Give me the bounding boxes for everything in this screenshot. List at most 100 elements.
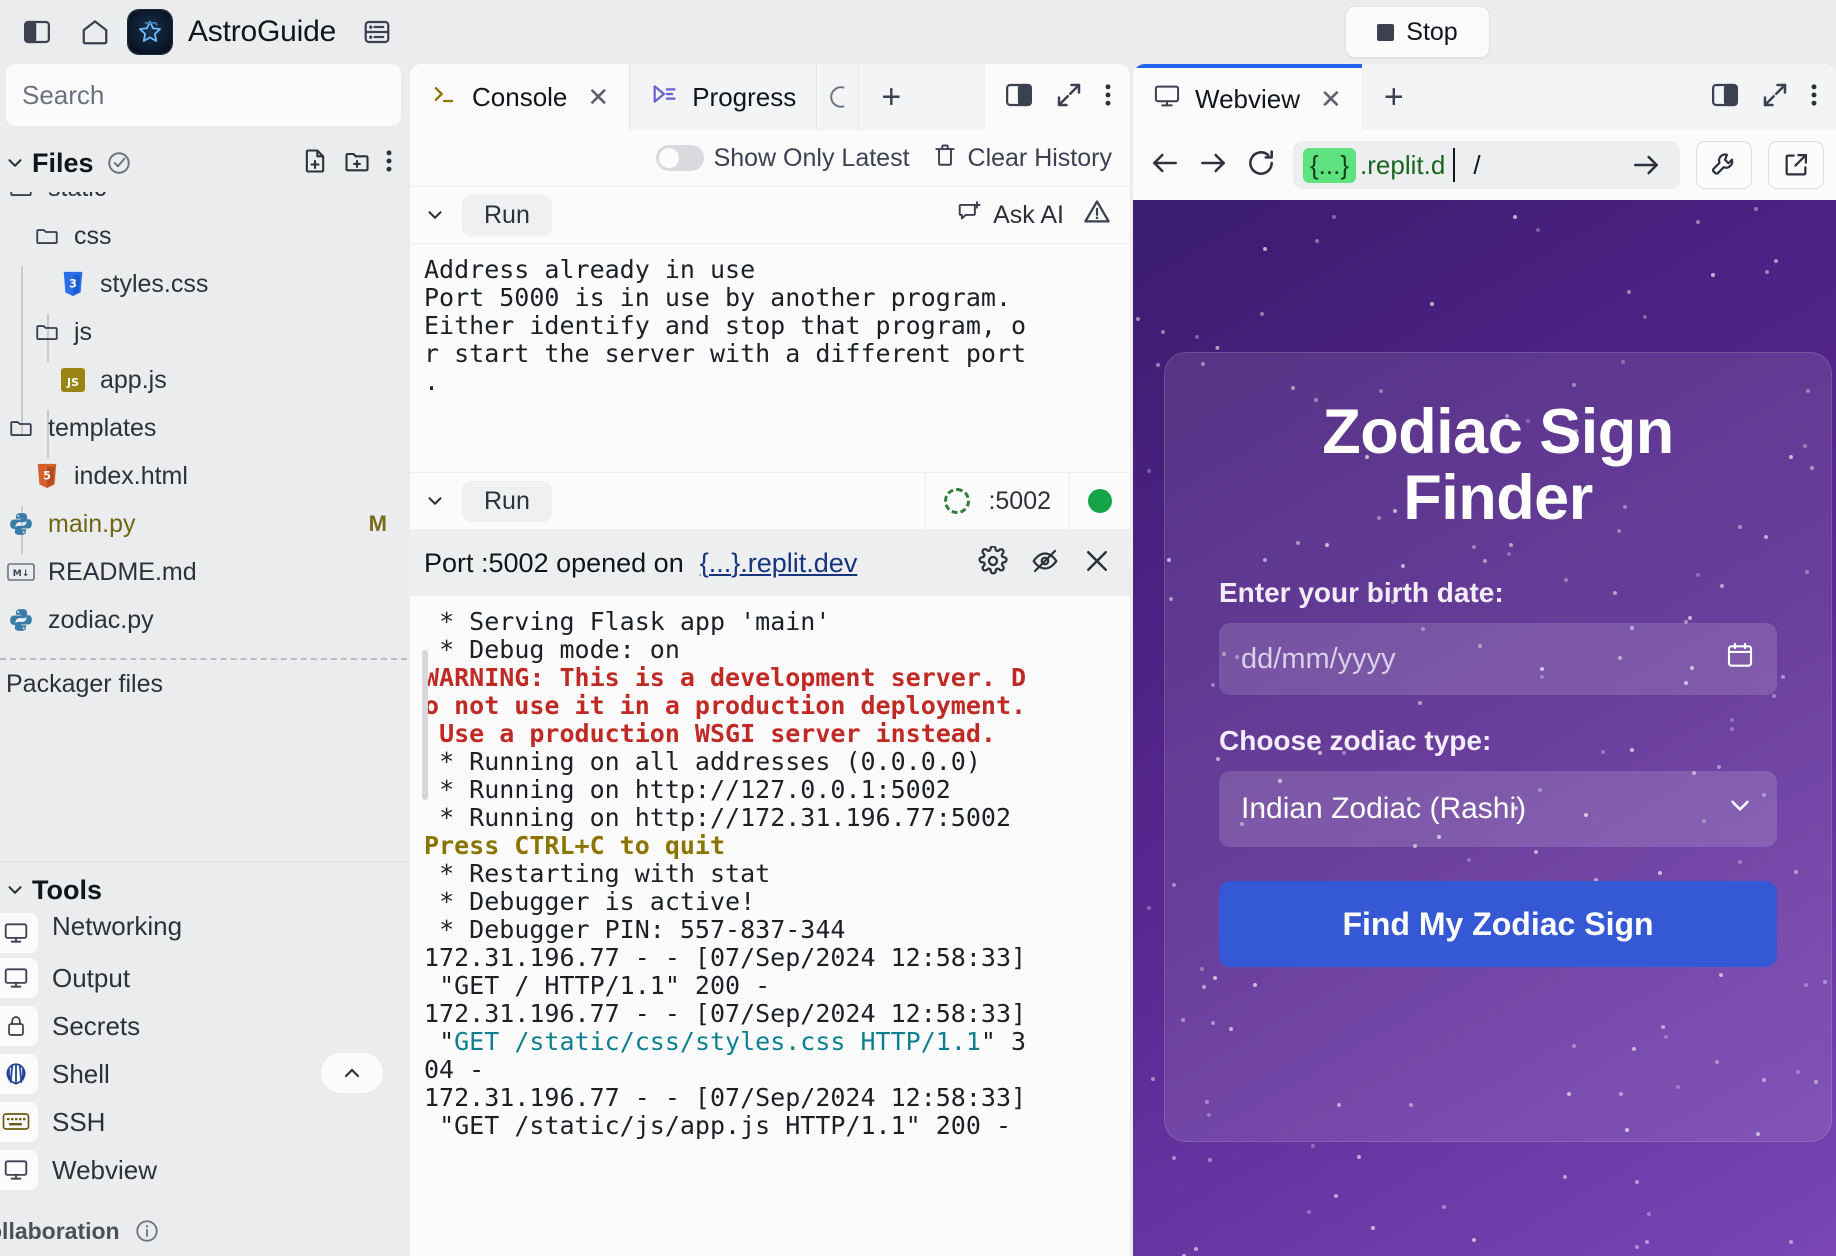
warning-icon[interactable] <box>1082 197 1112 234</box>
top-bar: AstroGuide Stop <box>0 0 1836 64</box>
webview-content[interactable]: Zodiac Sign Finder Enter your birth date… <box>1133 200 1836 1256</box>
star-dot <box>1150 1077 1155 1082</box>
tool-item-output[interactable]: Output <box>0 954 407 1002</box>
tools-section-header[interactable]: Tools <box>0 862 407 918</box>
port-banner-link[interactable]: {...}.replit.dev <box>700 548 858 579</box>
tree-item-zodiac-py[interactable]: zodiac.py <box>0 596 407 644</box>
tree-item-label: README.md <box>48 557 197 586</box>
expand-icon[interactable] <box>1054 80 1084 115</box>
run-chip-label[interactable]: Run <box>462 194 552 236</box>
devtools-icon[interactable] <box>1696 141 1752 189</box>
tree-item-static[interactable]: static <box>0 192 407 212</box>
ask-ai-button[interactable]: Ask AI <box>957 199 1064 232</box>
birth-date-label: Enter your birth date: <box>1219 577 1504 609</box>
tree-item-js[interactable]: js <box>0 308 407 356</box>
console-pane: Console ✕ Progress + Show Only Latest Cl… <box>410 64 1130 1256</box>
open-external-icon[interactable] <box>1768 141 1824 189</box>
close-icon[interactable]: ✕ <box>1320 84 1342 115</box>
run-chip-label[interactable]: Run <box>462 480 552 522</box>
tab-partial-hidden[interactable] <box>817 64 860 130</box>
hide-banner-icon[interactable] <box>1030 546 1060 581</box>
chevron-down-icon[interactable] <box>4 152 26 174</box>
tool-item-shell[interactable]: Shell <box>0 1050 407 1098</box>
console-log-line: Press CTRL+C to quit <box>424 831 726 860</box>
console-log-line: "GET / HTTP/1.1" 200 - <box>424 971 771 1000</box>
reload-icon[interactable] <box>1245 147 1277 184</box>
expand-icon[interactable] <box>1760 80 1790 115</box>
search-placeholder: Search <box>22 79 105 110</box>
packager-files-label[interactable]: Packager files <box>0 670 407 699</box>
stop-button[interactable]: Stop <box>1345 6 1490 58</box>
divider <box>1069 472 1070 530</box>
files-section-header[interactable]: Files <box>0 134 407 192</box>
tool-item-ssh[interactable]: SSH <box>0 1098 407 1146</box>
toggle-switch-icon[interactable] <box>655 145 704 171</box>
new-tab-button[interactable]: + <box>1361 64 1426 130</box>
port-banner-text: Port :5002 opened on <box>424 547 684 578</box>
tree-item-app-js[interactable]: JS app.js <box>0 356 407 404</box>
tree-item-index-html[interactable]: 5 index.html <box>0 452 407 500</box>
star-dot <box>1193 1247 1198 1252</box>
more-options-icon[interactable] <box>1104 81 1112 114</box>
split-pane-icon[interactable] <box>1004 80 1034 115</box>
birth-date-input[interactable]: dd/mm/yyyy <box>1219 623 1777 696</box>
more-options-icon[interactable] <box>385 147 393 180</box>
chevron-down-icon[interactable] <box>424 203 446 227</box>
more-options-icon[interactable] <box>1810 81 1818 114</box>
star-dot <box>1634 1180 1639 1185</box>
tree-item-templates[interactable]: templates <box>0 404 407 452</box>
file-tree: static css 3 styles.css <box>0 192 407 699</box>
page-title: AstroGuide <box>188 15 337 48</box>
find-zodiac-button[interactable]: Find My Zodiac Sign <box>1219 881 1777 968</box>
tree-item-css[interactable]: css <box>0 212 407 260</box>
chevron-down-icon[interactable] <box>424 489 446 513</box>
main-content: Search Files css 3 styles.css js JS app.… <box>0 64 1836 1256</box>
tab-progress[interactable]: Progress <box>630 64 818 130</box>
loading-circle-icon <box>944 488 971 514</box>
tool-item-secrets[interactable]: Secrets <box>0 1002 407 1050</box>
new-folder-icon[interactable] <box>343 147 371 180</box>
forward-icon[interactable] <box>1197 147 1229 184</box>
new-file-icon[interactable] <box>301 147 329 180</box>
scrollbar-thumb[interactable] <box>422 650 428 800</box>
tab-webview[interactable]: Webview ✕ <box>1133 64 1362 130</box>
split-pane-icon[interactable] <box>1710 80 1740 115</box>
home-icon[interactable] <box>72 9 118 55</box>
collapse-shell-icon[interactable] <box>321 1053 383 1093</box>
chevron-down-icon[interactable] <box>4 879 26 901</box>
navigate-icon[interactable] <box>1630 149 1670 181</box>
tab-console[interactable]: Console ✕ <box>410 64 631 130</box>
sidebar-toggle-icon[interactable] <box>14 9 60 55</box>
tree-item-readme-md[interactable]: M↓ README.md <box>0 548 407 596</box>
tab-label: Webview <box>1195 83 1301 114</box>
star-dot <box>1635 1245 1640 1250</box>
search-input[interactable]: Search <box>6 64 401 126</box>
zodiac-type-select[interactable]: Indian Zodiac (Rashi) <box>1219 771 1777 848</box>
show-only-latest-toggle[interactable]: Show Only Latest <box>655 144 910 173</box>
tool-item-webview[interactable]: Webview <box>0 1146 407 1194</box>
layout-list-icon[interactable] <box>354 9 400 55</box>
webview-urlbar: {...} .replit.d / <box>1133 130 1836 200</box>
tree-item-main-py[interactable]: main.py M <box>0 500 407 548</box>
star-dot <box>1307 1209 1312 1214</box>
star-dot <box>1627 290 1632 295</box>
console-log-line: 172.31.196.77 - - [07/Sep/2024 12:58:33] <box>424 999 1027 1028</box>
gear-icon[interactable] <box>978 544 1008 581</box>
calendar-icon[interactable] <box>1725 640 1755 678</box>
tools-title: Tools <box>32 874 102 905</box>
console-log-area[interactable]: * Serving Flask app 'main' * Debug mode:… <box>410 596 1130 1256</box>
url-input[interactable]: {...} .replit.d / <box>1293 141 1680 189</box>
new-tab-button[interactable]: + <box>859 64 924 130</box>
tool-item-networking[interactable]: Networking <box>0 912 407 954</box>
close-icon[interactable]: ✕ <box>587 82 609 113</box>
console-pane-actions <box>986 64 1130 130</box>
console-log-line: * Serving Flask app 'main' <box>424 607 831 636</box>
info-icon[interactable] <box>134 1218 160 1244</box>
monitor-icon <box>0 1150 38 1190</box>
console-tabstrip: Console ✕ Progress + <box>410 64 1130 130</box>
back-icon[interactable] <box>1149 147 1181 184</box>
clear-history-button[interactable]: Clear History <box>932 142 1112 175</box>
tree-item-styles-css[interactable]: 3 styles.css <box>0 260 407 308</box>
monitor-icon <box>1153 82 1181 117</box>
close-icon[interactable] <box>1082 546 1112 581</box>
